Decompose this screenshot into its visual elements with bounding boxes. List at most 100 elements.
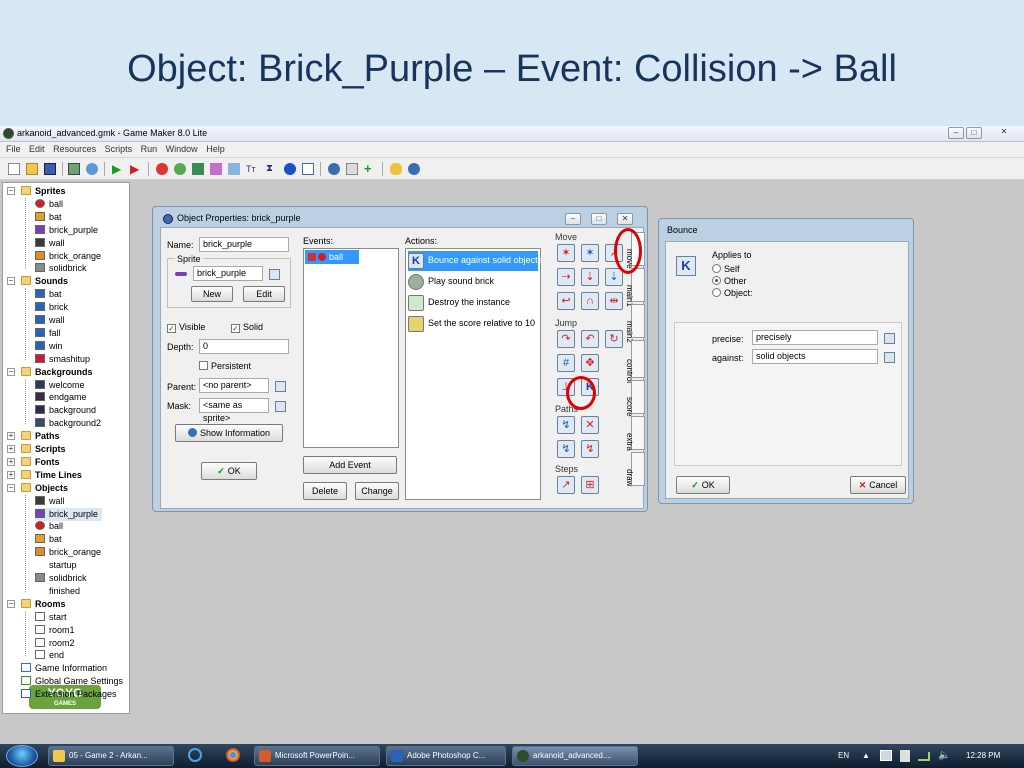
move-fixed-icon[interactable]: ✶ xyxy=(557,244,575,262)
menu-run[interactable]: Run xyxy=(141,142,158,157)
reverse-vertical-icon[interactable]: ∩ xyxy=(581,292,599,310)
extension-icon[interactable]: + xyxy=(364,162,376,175)
event-item-ball[interactable]: ball xyxy=(305,250,359,264)
parent-select[interactable]: <no parent> xyxy=(199,378,269,393)
tree-item-extension-packages[interactable]: Extension Packages xyxy=(21,688,117,701)
precise-menu-icon[interactable] xyxy=(884,333,895,344)
background-icon[interactable] xyxy=(192,163,204,175)
parent-menu-icon[interactable] xyxy=(275,381,286,392)
tree-folder-objects[interactable]: Objects xyxy=(21,482,68,495)
close-icon[interactable]: ✕ xyxy=(617,213,633,225)
timeline-icon[interactable]: ⧗ xyxy=(266,163,278,175)
maximize-icon[interactable]: □ xyxy=(966,127,982,139)
change-event-button[interactable]: Change xyxy=(355,482,399,500)
applies-object-radio[interactable]: Object: xyxy=(712,288,753,298)
tree-item-rooms-room1[interactable]: room1 xyxy=(35,624,75,637)
tree-item-sprites-ball[interactable]: ball xyxy=(35,198,63,211)
menu-file[interactable]: File xyxy=(6,142,21,157)
tree-item-backgrounds-endgame[interactable]: endgame xyxy=(35,391,87,404)
tab-score[interactable]: score xyxy=(625,380,645,417)
new-sprite-button[interactable]: New xyxy=(191,286,233,302)
tree-folder-time-lines[interactable]: Time Lines xyxy=(21,469,82,482)
events-list[interactable]: ball xyxy=(303,248,399,448)
debug-run-icon[interactable]: ▶ xyxy=(130,163,142,175)
network-icon[interactable] xyxy=(918,752,930,761)
taskbar-item-folder[interactable]: 05 - Game 2 - Arkan... xyxy=(48,746,174,766)
object-icon[interactable] xyxy=(284,163,296,175)
maximize-icon[interactable]: □ xyxy=(591,213,607,225)
tree-expander-icon[interactable]: − xyxy=(7,367,15,376)
volume-icon[interactable]: 🔈 xyxy=(938,750,950,762)
tree-folder-backgrounds[interactable]: Backgrounds xyxy=(21,366,93,379)
room-icon[interactable] xyxy=(302,163,314,175)
tree-item-objects-finished[interactable]: finished xyxy=(35,585,80,598)
jump-to-start-icon[interactable]: ↶ xyxy=(581,330,599,348)
tree-expander-icon[interactable]: + xyxy=(7,470,15,479)
tree-item-sprites-brick-orange[interactable]: brick_orange xyxy=(35,250,101,263)
menu-help[interactable]: Help xyxy=(206,142,225,157)
tree-item-objects-wall[interactable]: wall xyxy=(35,495,65,508)
jump-random-icon[interactable]: ↻ xyxy=(605,330,623,348)
tree-item-objects-bat[interactable]: bat xyxy=(35,533,62,546)
tree-expander-icon[interactable]: − xyxy=(7,277,15,286)
minimize-icon[interactable]: – xyxy=(948,127,964,139)
name-input[interactable]: brick_purple xyxy=(199,237,289,252)
tree-item-global-game-settings[interactable]: Global Game Settings xyxy=(21,675,123,688)
minimize-icon[interactable]: – xyxy=(565,213,581,225)
actions-list[interactable]: K Bounce against solid objects Play sound… xyxy=(405,248,542,500)
hand-icon[interactable] xyxy=(390,163,402,175)
tree-item-objects-ball[interactable]: ball xyxy=(35,520,63,533)
bounce-cancel-button[interactable]: ✕ Cancel xyxy=(850,476,906,494)
menu-window[interactable]: Window xyxy=(166,142,198,157)
jump-to-position-icon[interactable]: ↷ xyxy=(557,330,575,348)
script-icon[interactable] xyxy=(228,163,240,175)
solid-checkbox[interactable]: ✓ Solid xyxy=(231,322,263,333)
reverse-horizontal-icon[interactable]: ↩ xyxy=(557,292,575,310)
taskbar-item-game-maker[interactable]: arkanoid_advanced.... xyxy=(512,746,638,766)
tree-folder-sprites[interactable]: Sprites xyxy=(21,185,66,198)
clock[interactable]: 12:28 PM xyxy=(966,744,1000,768)
menu-scripts[interactable]: Scripts xyxy=(105,142,133,157)
tree-folder-rooms[interactable]: Rooms xyxy=(21,598,66,611)
tree-item-sounds-bat[interactable]: bat xyxy=(35,288,62,301)
tree-item-backgrounds-background[interactable]: background xyxy=(35,404,96,417)
tree-item-sounds-fall[interactable]: fall xyxy=(35,327,61,340)
applies-other-radio[interactable]: Other xyxy=(712,276,747,286)
delete-event-button[interactable]: Delete xyxy=(303,482,347,500)
help-icon[interactable] xyxy=(408,163,420,175)
sprite-menu-icon[interactable] xyxy=(269,269,280,280)
speed-vertical-icon[interactable]: ⇣ xyxy=(581,268,599,286)
applies-self-radio[interactable]: Self xyxy=(712,264,740,274)
tree-item-sprites-wall[interactable]: wall xyxy=(35,237,65,250)
tab-extra[interactable]: extra xyxy=(625,416,645,451)
power-icon[interactable] xyxy=(900,750,910,762)
sound-icon[interactable] xyxy=(174,163,186,175)
tree-item-backgrounds-welcome[interactable]: welcome xyxy=(35,379,85,392)
new-file-icon[interactable] xyxy=(8,163,20,175)
depth-input[interactable]: 0 xyxy=(199,339,289,354)
step-avoiding-icon[interactable]: ⊞ xyxy=(581,476,599,494)
ok-button[interactable]: ✓ OK xyxy=(201,462,257,480)
edit-sprite-button[interactable]: Edit xyxy=(243,286,285,302)
tree-item-rooms-room2[interactable]: room2 xyxy=(35,637,75,650)
path-icon[interactable] xyxy=(210,163,222,175)
tree-item-sounds-wall[interactable]: wall xyxy=(35,314,65,327)
precise-select[interactable]: precisely xyxy=(752,330,878,345)
tree-item-game-information[interactable]: Game Information xyxy=(21,662,107,675)
tree-item-rooms-end[interactable]: end xyxy=(35,649,64,662)
tree-item-sounds-win[interactable]: win xyxy=(35,340,63,353)
sprite-icon[interactable] xyxy=(156,163,168,175)
speed-horizontal-icon[interactable]: ⇢ xyxy=(557,268,575,286)
menu-edit[interactable]: Edit xyxy=(29,142,45,157)
tree-item-backgrounds-background2[interactable]: background2 xyxy=(35,417,101,430)
against-select[interactable]: solid objects xyxy=(752,349,878,364)
create-executable-icon[interactable] xyxy=(68,163,80,175)
tree-folder-scripts[interactable]: Scripts xyxy=(21,443,66,456)
close-icon[interactable]: ✕ xyxy=(996,127,1012,139)
taskbar-item-powerpoint[interactable]: Microsoft PowerPoin... xyxy=(254,746,380,766)
tree-expander-icon[interactable]: − xyxy=(7,599,15,608)
tree-folder-sounds[interactable]: Sounds xyxy=(21,275,68,288)
publish-icon[interactable] xyxy=(86,163,98,175)
game-info-icon[interactable] xyxy=(328,163,340,175)
tray-expand-icon[interactable]: ▲ xyxy=(862,744,870,768)
